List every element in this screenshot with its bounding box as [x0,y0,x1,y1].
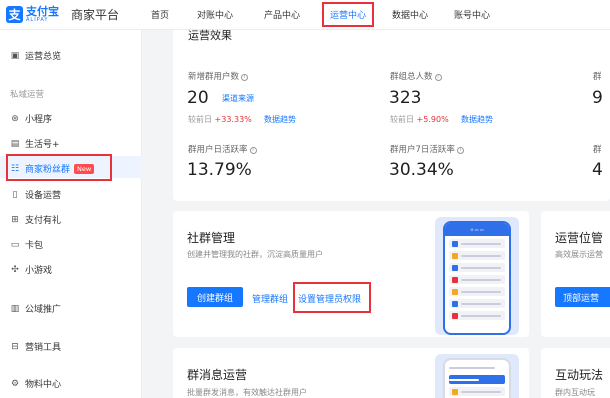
community-title: 社群管理 [187,231,236,245]
info-icon: i [434,74,442,81]
ops-position-desc: 高效展示运营 [555,250,603,259]
community-desc: 创建并管理我的社群，沉淀高质量用户 [187,250,323,259]
nav-operations[interactable]: 运营中心 [320,0,376,30]
effect-title: 运营效果 [188,29,232,42]
trend-link-new-users[interactable]: 数据趋势 [264,114,296,125]
alipay-logo-icon: 支 [6,6,23,23]
highlight-box-fan-group [6,154,112,181]
nav-products[interactable]: 产品中心 [257,0,307,30]
metric-value-partial: 9 [592,88,603,108]
nav-reconciliation[interactable]: 对账中心 [190,0,240,30]
metric-label-new-users: 新增群用户数 i [188,70,249,82]
group-message-card: 群消息运营 批量群发消息，有效触达社群用户 [173,348,529,398]
sidebar-item-lifeaccount[interactable]: ▤ 生活号+ [10,137,60,151]
message-phone-preview [435,354,519,398]
highlight-box-admin [293,282,371,313]
sidebar-item-device[interactable]: ▯ 设备运营 [10,188,62,202]
device-icon: ▯ [12,189,18,200]
trend-link-total[interactable]: 数据趋势 [461,114,493,125]
ops-position-title: 运营位管 [555,231,604,245]
metric-label-weekly-active: 群用户7日活跃率 i [390,143,464,155]
metric-compare-total: 较前日 +5.90% [390,115,449,124]
logo-subtext: ALIPAY [26,17,49,23]
info-icon: i [241,74,249,81]
platform-title: 商家平台 [71,8,120,22]
sidebar-item-materials[interactable]: ⚙ 物料中心 [10,377,61,391]
metric-label-partial-2: 群 [593,145,602,155]
metric-label-total: 群组总人数 i [390,70,442,82]
metric-value-partial-2: 4 [592,160,603,180]
promotion-icon: ▥ [10,303,20,314]
gift-icon: ⊞ [11,214,19,225]
group-message-desc: 批量群发消息，有效触达社群用户 [187,388,307,397]
card-icon: ▭ [10,239,20,250]
nav-home[interactable]: 首页 [144,0,176,30]
sidebar-item-miniapp[interactable]: ⊛ 小程序 [10,112,52,126]
community-phone-preview: ⊙ ▭ ▭ [435,217,519,335]
logo-text: 支付宝 [26,5,59,18]
top-ops-button[interactable]: 顶部运营 [555,287,610,307]
manage-group-link[interactable]: 管理群组 [252,292,288,305]
sidebar-item-promotion[interactable]: ▥ 公域推广 [10,302,61,316]
metric-value-total: 323 [389,88,422,108]
nav-data[interactable]: 数据中心 [385,0,435,30]
sidebar-item-marketing[interactable]: ⊟ 营销工具 [10,340,61,354]
message-phone-mockup [443,358,511,398]
interactive-card: 互动玩法 群内互动玩 [541,348,610,398]
metric-value-daily-active: 13.79% [187,160,252,180]
metric-value-weekly-active: 30.34% [389,160,454,180]
info-icon: i [249,147,257,154]
metric-value-new-users: 20 [187,88,209,108]
ops-position-card: 运营位管 高效展示运营 顶部运营 [541,211,610,337]
sidebar-group-private: 私域运营 [10,90,45,100]
marketing-icon: ⊟ [11,341,19,352]
dashboard-icon: ▣ [10,50,20,61]
create-group-button[interactable]: 创建群组 [187,287,243,307]
effect-card: 运营效果 新增群用户数 i 20 渠道来源 较前日 +33.33% 数据趋势 群组… [173,29,610,201]
info-icon: i [456,147,464,154]
interactive-desc: 群内互动玩 [555,388,595,397]
miniapp-icon: ⊛ [11,113,19,124]
game-icon: ✣ [11,264,19,275]
main-nav: 首页 对账中心 产品中心 运营中心 数据中心 账号中心 [151,0,497,30]
materials-icon: ⚙ [10,378,20,389]
sidebar-item-game[interactable]: ✣ 小游戏 [10,263,52,277]
sidebar: ▣ 运营总览 私域运营 ⊛ 小程序 ▤ 生活号+ ☷ 商家粉丝群 New ▯ 设备运营 ⊞… [0,30,142,398]
interactive-title: 互动玩法 [555,368,604,382]
group-message-title: 群消息运营 [187,368,248,382]
channel-source-link[interactable]: 渠道来源 [222,93,254,104]
life-account-icon: ▤ [10,138,20,149]
metric-label-daily-active: 群用户日活跃率 i [188,143,257,155]
nav-account[interactable]: 账号中心 [447,0,497,30]
metric-label-partial: 群 [593,72,602,82]
top-bar: 支 支付宝 ALIPAY 商家平台 首页 对账中心 产品中心 运营中心 数据中心… [0,0,610,30]
sidebar-item-pay-gift[interactable]: ⊞ 支付有礼 [10,213,61,227]
sidebar-item-card[interactable]: ▭ 卡包 [10,238,43,252]
phone-header: ⊙ ▭ ▭ [445,223,509,236]
sidebar-item-overview[interactable]: ▣ 运营总览 [10,49,61,63]
phone-mockup: ⊙ ▭ ▭ [443,221,511,335]
community-card: 社群管理 创建并管理我的社群，沉淀高质量用户 创建群组 管理群组 设置管理员权限… [173,211,529,337]
metric-compare-new-users: 较前日 +33.33% [188,115,252,124]
